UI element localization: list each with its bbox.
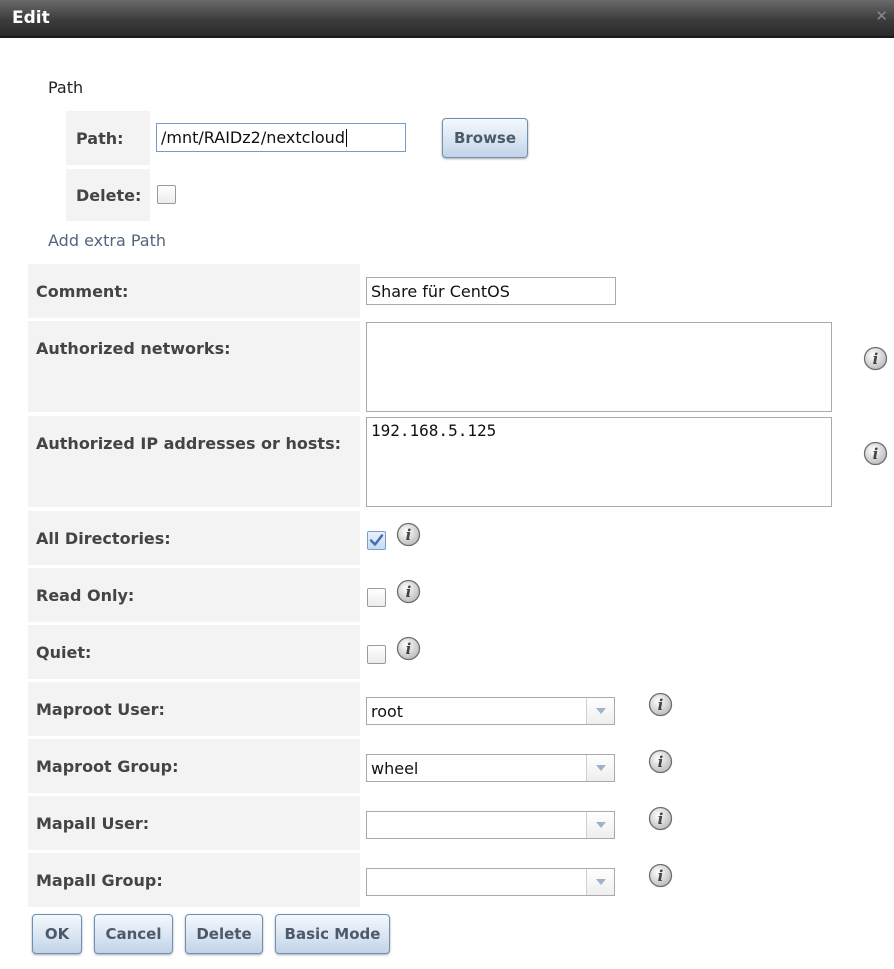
dropdown-button[interactable] — [586, 812, 614, 838]
maproot-group-value: wheel — [371, 759, 419, 778]
basic-mode-button[interactable]: Basic Mode — [275, 914, 390, 954]
maproot-group-label: Maproot Group: — [28, 739, 360, 793]
path-section-label: Path — [48, 78, 84, 97]
all-directories-label: All Directories: — [28, 511, 360, 565]
all-directories-checkbox[interactable] — [367, 531, 386, 550]
dropdown-button[interactable] — [586, 869, 614, 895]
svg-text:i: i — [873, 445, 879, 463]
chevron-down-icon — [596, 765, 606, 771]
dialog-title: Edit — [12, 8, 50, 28]
mapall-group-label: Mapall Group: — [28, 853, 360, 907]
svg-text:i: i — [873, 350, 879, 368]
svg-text:i: i — [406, 583, 412, 601]
svg-text:i: i — [406, 640, 412, 658]
maproot-user-select[interactable]: root — [366, 697, 615, 725]
delete-path-checkbox[interactable] — [157, 185, 176, 204]
mapall-group-select[interactable] — [366, 868, 615, 896]
info-icon[interactable]: i — [863, 441, 888, 466]
authorized-networks-textarea[interactable] — [366, 322, 832, 412]
chevron-down-icon — [596, 879, 606, 885]
svg-text:i: i — [658, 753, 664, 771]
info-icon[interactable]: i — [396, 579, 421, 604]
authorized-networks-label: Authorized networks: — [28, 321, 360, 412]
info-icon[interactable]: i — [648, 749, 673, 774]
checkmark-icon — [369, 534, 384, 546]
info-icon[interactable]: i — [863, 346, 888, 371]
dialog-titlebar: Edit ✕ — [0, 0, 894, 38]
ok-button[interactable]: OK — [32, 914, 82, 954]
svg-text:i: i — [658, 867, 664, 885]
info-icon[interactable]: i — [648, 806, 673, 831]
svg-text:i: i — [658, 810, 664, 828]
comment-input-value: Share für CentOS — [371, 281, 510, 301]
comment-input[interactable]: Share für CentOS — [366, 277, 616, 305]
svg-text:i: i — [658, 696, 664, 714]
browse-button[interactable]: Browse — [442, 118, 528, 158]
delete-label: Delete: — [76, 185, 142, 205]
info-icon[interactable]: i — [648, 692, 673, 717]
path-input-value: /mnt/RAIDz2/nextcloud — [161, 128, 345, 147]
chevron-down-icon — [596, 822, 606, 828]
authorized-ip-textarea[interactable]: 192.168.5.125 — [366, 417, 832, 507]
chevron-down-icon — [596, 708, 606, 714]
dropdown-button[interactable] — [586, 755, 614, 781]
read-only-label: Read Only: — [28, 568, 360, 622]
path-label: Path: — [76, 128, 124, 148]
quiet-checkbox[interactable] — [367, 645, 386, 664]
info-icon[interactable]: i — [396, 522, 421, 547]
delete-label-cell: Delete: — [66, 169, 150, 221]
delete-button[interactable]: Delete — [185, 914, 263, 954]
quiet-label: Quiet: — [28, 625, 360, 679]
maproot-user-label: Maproot User: — [28, 682, 360, 736]
authorized-ip-label: Authorized IP addresses or hosts: — [28, 416, 360, 507]
cancel-button[interactable]: Cancel — [94, 914, 173, 954]
close-icon[interactable]: ✕ — [875, 9, 888, 24]
maproot-user-value: root — [371, 702, 404, 721]
read-only-checkbox[interactable] — [367, 588, 386, 607]
maproot-group-select[interactable]: wheel — [366, 754, 615, 782]
dropdown-button[interactable] — [586, 698, 614, 724]
info-icon[interactable]: i — [396, 636, 421, 661]
path-input[interactable]: /mnt/RAIDz2/nextcloud — [156, 123, 406, 152]
svg-text:i: i — [406, 526, 412, 544]
info-icon[interactable]: i — [648, 863, 673, 888]
mapall-user-select[interactable] — [366, 811, 615, 839]
path-label-cell: Path: — [66, 111, 150, 165]
text-caret — [345, 128, 347, 147]
add-extra-path-link[interactable]: Add extra Path — [48, 231, 166, 250]
mapall-user-label: Mapall User: — [28, 796, 360, 850]
comment-label: Comment: — [28, 264, 360, 318]
